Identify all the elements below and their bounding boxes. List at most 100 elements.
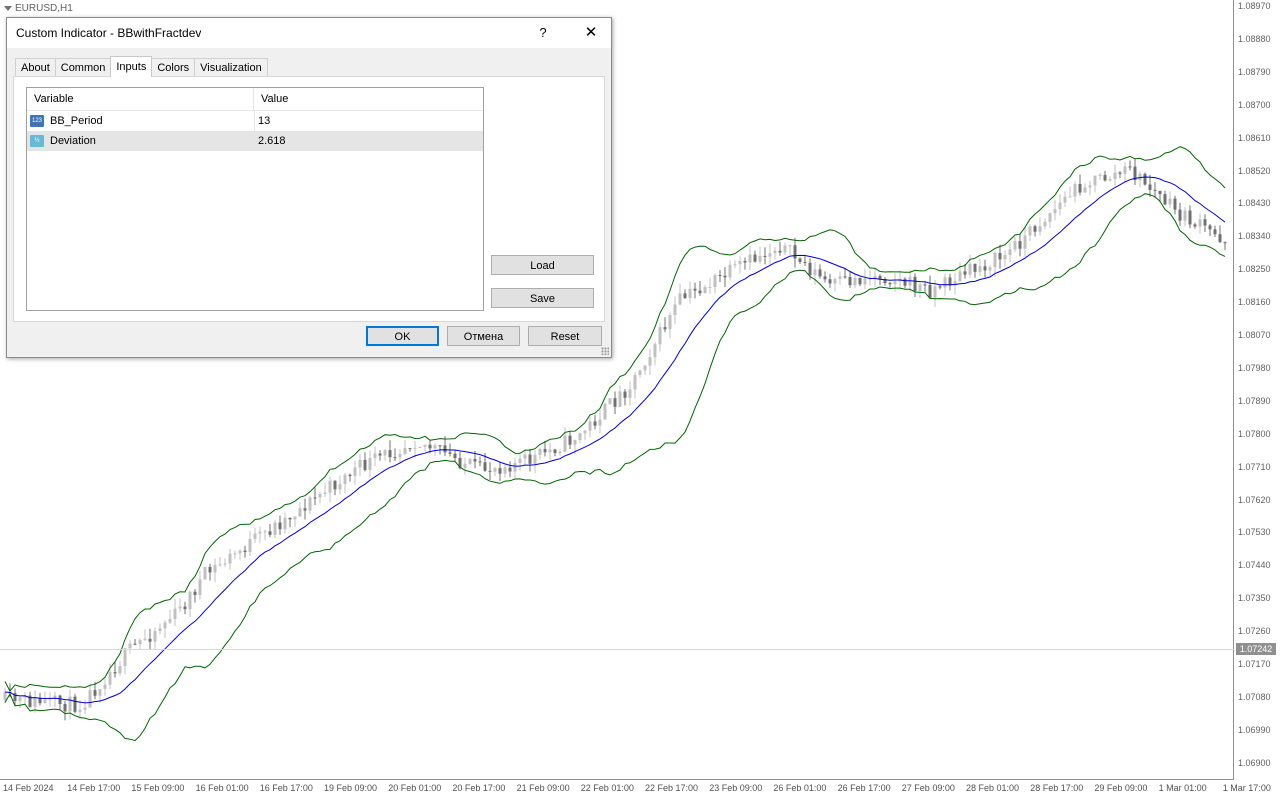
candle-body	[373, 453, 377, 458]
candle-body	[1153, 189, 1157, 191]
candle-body	[553, 449, 557, 454]
candle-body	[73, 696, 77, 712]
candle-body	[143, 638, 147, 641]
candle-body	[653, 344, 657, 358]
candle-body	[1183, 210, 1187, 221]
date-tick-label: 26 Feb 17:00	[837, 783, 891, 793]
reset-button[interactable]: Reset	[528, 326, 602, 346]
candle-body	[128, 643, 132, 649]
tab-common[interactable]: Common	[54, 58, 112, 77]
candle-body	[263, 531, 267, 533]
tab-about[interactable]: About	[15, 58, 56, 77]
candle-body	[498, 468, 502, 474]
candle-body	[528, 454, 532, 464]
date-tick-label: 1 Mar 17:00	[1222, 783, 1271, 793]
candle-body	[423, 444, 427, 447]
variable-cell: 123 BB_Period	[27, 111, 255, 131]
candle-body	[1108, 178, 1112, 181]
candle-body	[1018, 241, 1022, 249]
int-type-icon: 123	[30, 115, 44, 127]
price-tick-label: 1.06990	[1238, 724, 1271, 735]
candle-body	[838, 276, 842, 280]
candle-body	[1078, 184, 1082, 193]
date-tick-label: 16 Feb 17:00	[259, 783, 313, 793]
candle-body	[413, 447, 417, 449]
candle-body	[473, 459, 477, 462]
candle-body	[188, 591, 192, 610]
candle-body	[918, 284, 922, 292]
candle-body	[393, 457, 397, 459]
table-row[interactable]: ½ Deviation 2.618	[27, 131, 483, 151]
candle-body	[588, 421, 592, 431]
candle-body	[753, 254, 757, 262]
candle-body	[1143, 173, 1147, 185]
price-tick-label: 1.08700	[1238, 99, 1271, 110]
candle-body	[603, 403, 607, 420]
candle-body	[158, 628, 162, 632]
candle-body	[718, 275, 722, 277]
candle-body	[1213, 229, 1217, 235]
candle-body	[1043, 221, 1047, 227]
value-cell[interactable]: 13	[255, 115, 270, 127]
candle-body	[623, 391, 627, 398]
candle-body	[183, 606, 187, 610]
candle-body	[238, 550, 242, 554]
candle-body	[258, 531, 262, 534]
candle-body	[438, 445, 442, 447]
candle-body	[673, 304, 677, 315]
resize-grip-icon[interactable]	[601, 347, 609, 355]
candle-body	[793, 245, 797, 259]
candle-body	[113, 672, 117, 674]
candle-body	[743, 261, 747, 263]
candle-body	[723, 275, 727, 278]
candle-body	[703, 287, 707, 294]
candle-body	[563, 435, 567, 452]
date-tick-label: 23 Feb 09:00	[709, 783, 763, 793]
load-button[interactable]: Load	[491, 255, 594, 275]
date-tick-label: 20 Feb 01:00	[388, 783, 442, 793]
candle-body	[828, 279, 832, 284]
cancel-button[interactable]: Отмена	[447, 326, 520, 346]
date-tick-label: 14 Feb 2024	[3, 783, 54, 793]
candle-body	[648, 357, 652, 366]
candle-body	[618, 391, 622, 407]
candle-body	[253, 533, 257, 539]
candle-body	[63, 704, 67, 712]
candle-body	[878, 275, 882, 279]
candle-body	[973, 263, 977, 272]
candle-body	[758, 255, 762, 262]
current-price-badge: 1.07242	[1236, 643, 1276, 655]
tab-inputs[interactable]: Inputs	[110, 56, 153, 77]
column-header-value[interactable]: Value	[254, 88, 288, 110]
candle-body	[848, 276, 852, 286]
candle-body	[88, 690, 92, 708]
dialog-titlebar[interactable]: Custom Indicator - BBwithFractdev ? ✕	[7, 18, 611, 48]
candle-body	[483, 462, 487, 471]
candle-body	[738, 261, 742, 265]
column-header-variable[interactable]: Variable	[27, 88, 254, 110]
value-cell[interactable]: 2.618	[255, 135, 286, 147]
candle-body	[863, 278, 867, 285]
candle-body	[798, 258, 802, 262]
candle-body	[1003, 254, 1007, 260]
candle-body	[783, 245, 787, 253]
price-tick-label: 1.08430	[1238, 198, 1271, 209]
variable-name: Deviation	[50, 135, 96, 147]
tab-visualization[interactable]: Visualization	[194, 58, 268, 77]
table-row[interactable]: 123 BB_Period 13	[27, 111, 483, 131]
tab-colors[interactable]: Colors	[151, 58, 196, 77]
candle-body	[1218, 234, 1222, 243]
candle-body	[823, 276, 827, 280]
candle-body	[1028, 226, 1032, 236]
save-button[interactable]: Save	[491, 288, 594, 308]
date-tick-label: 26 Feb 01:00	[773, 783, 827, 793]
close-icon[interactable]: ✕	[573, 18, 609, 48]
candle-body	[293, 516, 297, 520]
candle-body	[1008, 249, 1012, 255]
candle-body	[398, 454, 402, 458]
candle-body	[1058, 202, 1062, 210]
chart-symbol-label[interactable]: EURUSD,H1	[4, 3, 73, 14]
ok-button[interactable]: OK	[366, 326, 439, 346]
candle-body	[78, 709, 82, 712]
help-button[interactable]: ?	[529, 18, 557, 48]
